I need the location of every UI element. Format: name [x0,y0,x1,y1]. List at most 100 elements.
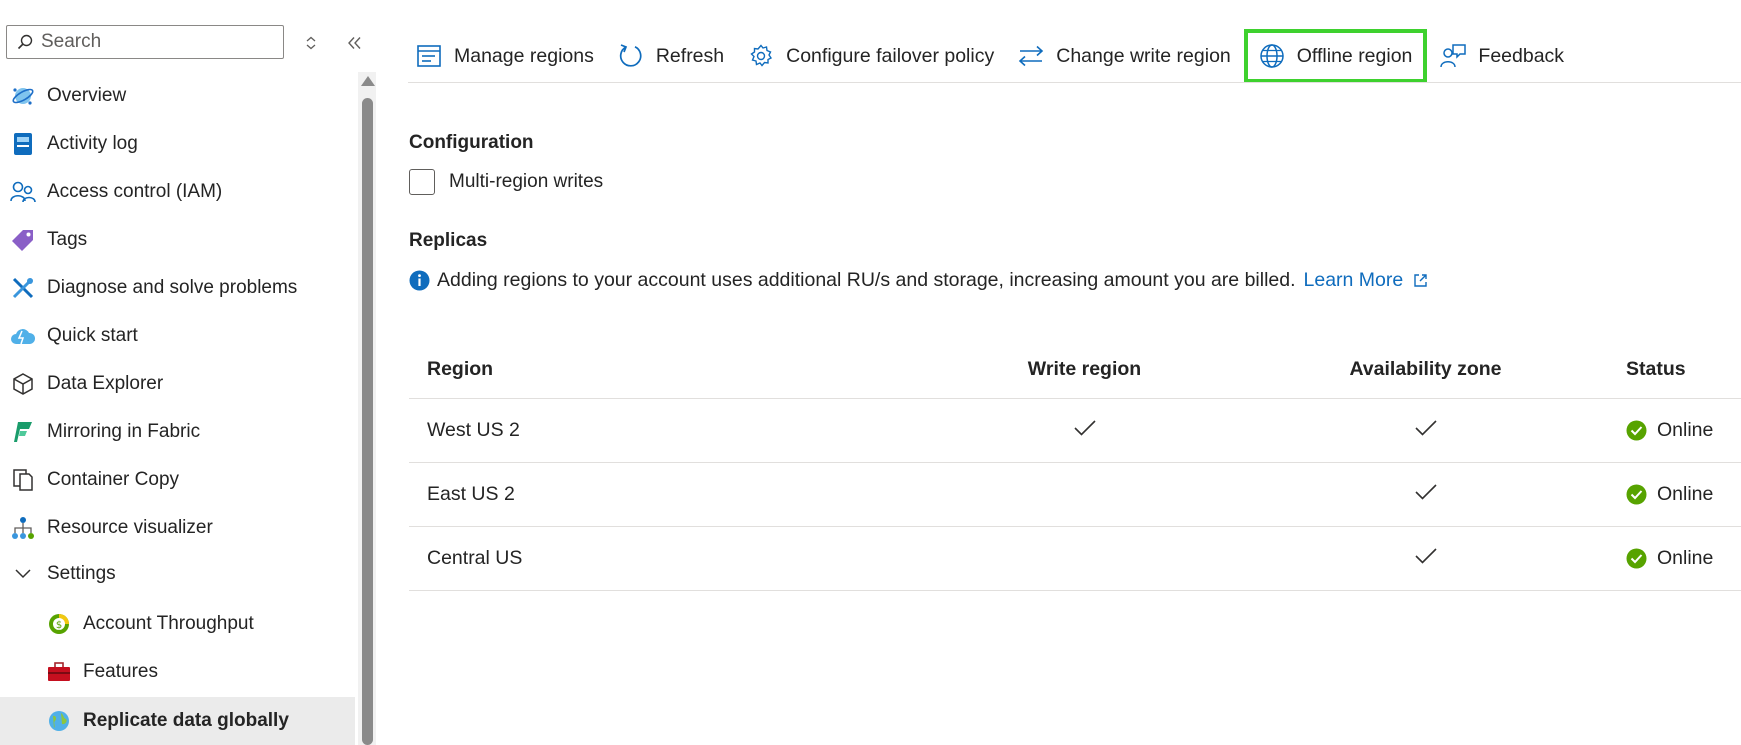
table-row[interactable]: West US 2 Online [409,398,1741,463]
learn-more-label: Learn More [1303,269,1404,291]
tag-icon [10,227,36,253]
toolbar-divider [408,82,1741,83]
multi-region-writes-label: Multi-region writes [449,171,604,192]
table-row[interactable]: East US 2 Online [409,462,1741,527]
availability-zone-cell [1255,462,1596,527]
offline-region-button[interactable]: Offline region [1243,29,1428,83]
search-box[interactable] [6,25,284,59]
sidebar-item-data-explorer[interactable]: Data Explorer [0,361,355,407]
online-status-icon [1626,484,1648,506]
sidebar-item-label: Features [83,661,158,682]
column-header-region[interactable]: Region [409,340,914,399]
globe-icon [46,708,72,734]
sidebar-item-replicate-data-globally[interactable]: Replicate data globally [0,697,355,745]
sidebar-item-activity-log[interactable]: Activity log [0,121,355,167]
svg-text:$: $ [56,620,62,631]
sidebar-item-resource-visualizer[interactable]: Resource visualizer [0,505,355,551]
sidebar-item-label: Overview [47,85,127,106]
sidebar-item-account-throughput[interactable]: $ Account Throughput [0,601,355,647]
multi-region-writes-row[interactable]: Multi-region writes [409,169,603,195]
checkmark-icon [1414,419,1437,436]
replicas-table: Region Write region Availability zone St… [409,340,1741,591]
change-write-region-label: Change write region [1056,44,1231,67]
double-chevron-left-icon [348,37,361,49]
info-icon [409,270,431,292]
table-row[interactable]: Central US Online [409,526,1741,591]
sidebar-item-access-control[interactable]: Access control (IAM) [0,169,355,215]
write-region-cell [914,462,1255,527]
region-cell: Central US [409,526,914,591]
checkmark-icon [1414,547,1437,564]
swap-arrows-icon [1018,43,1044,69]
people-icon [10,179,36,205]
sidebar-item-label: Quick start [47,325,138,346]
sort-updown-button[interactable] [301,32,321,54]
configure-failover-policy-button[interactable]: Configure failover policy [740,34,1002,78]
wrench-icon [10,275,36,301]
sidebar-group-label: Settings [47,563,116,584]
status-cell: Online [1596,462,1741,527]
sidebar-item-label: Resource visualizer [47,517,213,538]
sidebar-item-label: Data Explorer [47,373,164,394]
hierarchy-icon [10,515,36,541]
gear-icon [748,43,774,69]
search-icon [17,34,33,50]
billing-info-message: Adding regions to your account uses addi… [409,269,1428,292]
offline-region-label: Offline region [1296,44,1413,67]
region-cell: West US 2 [409,398,914,463]
region-cell: East US 2 [409,462,914,527]
column-header-availability-zone[interactable]: Availability zone [1255,340,1596,399]
write-region-cell [914,526,1255,591]
sidebar-item-quick-start[interactable]: Quick start [0,313,355,359]
change-write-region-button[interactable]: Change write region [1010,34,1239,78]
sidebar-scrollbar-thumb[interactable] [362,98,373,745]
column-header-write-region[interactable]: Write region [914,340,1255,399]
collapse-sidebar-button[interactable] [343,32,367,54]
toolbox-icon [46,659,72,685]
status-text: Online [1657,547,1714,569]
table-header-row: Region Write region Availability zone St… [409,340,1741,399]
status-cell: Online [1596,398,1741,463]
sidebar-item-mirroring-fabric[interactable]: Mirroring in Fabric [0,409,355,455]
sidebar-item-features[interactable]: Features [0,649,355,695]
throughput-icon: $ [46,611,72,637]
replicas-heading: Replicas [409,230,488,251]
refresh-button[interactable]: Refresh [610,34,732,78]
external-link-icon [1413,273,1428,288]
sidebar-item-label: Diagnose and solve problems [47,277,298,298]
billing-info-text: Adding regions to your account uses addi… [437,269,1296,291]
sidebar-item-overview[interactable]: Overview [0,73,355,119]
multi-region-writes-checkbox[interactable] [409,169,435,195]
sidebar-item-tags[interactable]: Tags [0,217,355,263]
sidebar-item-diagnose[interactable]: Diagnose and solve problems [0,265,355,311]
sidebar-item-label: Tags [47,229,88,250]
cloud-icon [10,323,36,349]
sidebar-item-label: Activity log [47,133,138,154]
checkmark-icon [1414,483,1437,500]
command-bar: Manage regions Refresh Configure failove… [408,22,1580,90]
sidebar-item-label: Access control (IAM) [47,181,223,202]
scroll-up-arrow-icon[interactable] [361,76,375,86]
cube-icon [10,371,36,397]
activity-log-icon [10,131,36,157]
manage-regions-label: Manage regions [454,44,594,67]
write-region-cell [914,398,1255,463]
feedback-button[interactable]: Feedback [1432,34,1572,78]
list-icon [416,43,442,69]
configuration-heading: Configuration [409,132,534,153]
learn-more-link[interactable]: Learn More [1304,269,1429,292]
configure-failover-label: Configure failover policy [786,44,995,67]
copy-icon [10,467,36,493]
sidebar-group-settings[interactable]: Settings [0,551,355,597]
cosmos-db-icon [10,83,36,109]
status-cell: Online [1596,526,1741,591]
search-input[interactable] [39,30,263,54]
sidebar-item-label: Container Copy [47,469,180,490]
column-header-status[interactable]: Status [1596,340,1741,399]
refresh-label: Refresh [655,44,725,67]
sidebar-item-label: Replicate data globally [83,710,289,731]
manage-regions-button[interactable]: Manage regions [408,34,602,78]
fabric-icon [10,419,36,445]
sidebar-item-container-copy[interactable]: Container Copy [0,457,355,503]
status-text: Online [1657,419,1714,441]
